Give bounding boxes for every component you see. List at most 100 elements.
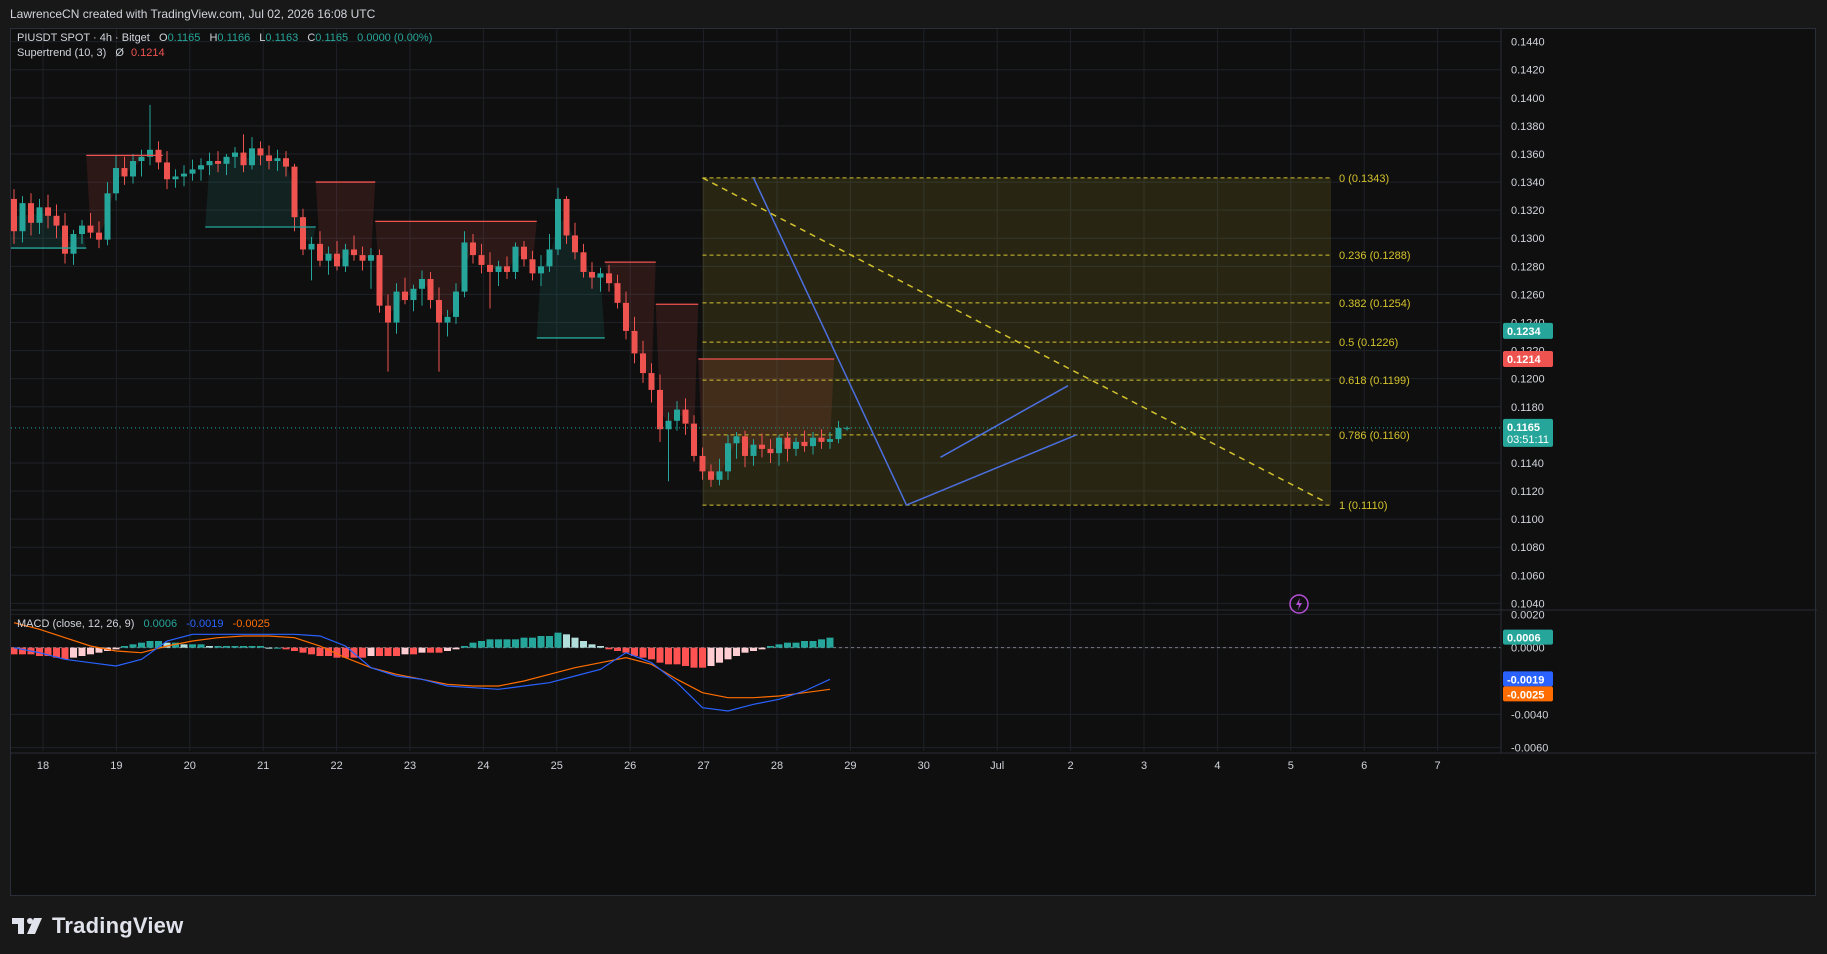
candle-body [512,246,519,272]
macd-histogram-bar [376,647,383,656]
macd-histogram-bar [359,647,366,658]
y-tick-label: 0.1080 [1511,542,1545,554]
macd-histogram-bar [486,639,494,648]
macd-histogram-bar [707,647,715,666]
candle-body [19,203,26,232]
macd-histogram-bar [138,642,145,648]
legend-supertrend: Supertrend (10, 3) Ø 0.1214 [17,47,165,59]
candle-body [657,389,663,430]
macd-histogram-bar [393,647,400,656]
candle-body [410,288,417,301]
macd-histogram-bar [418,647,426,653]
x-tick-label: 20 [184,760,196,772]
candle-body [716,471,723,480]
macd-histogram-bar [248,646,256,648]
candle-body [631,330,638,354]
candle-body [257,148,264,156]
macd-histogram-bar [758,647,766,650]
macd-histogram-bar [605,647,613,650]
candle-body [181,173,187,177]
chart-frame[interactable]: 0 (0.1343) 0.236 (0.1288) 0.382 (0.1254) 0.… [9,28,1817,897]
candle-body [623,302,629,331]
macd-histogram-bar [291,647,298,651]
macd-histogram-bar [529,637,536,648]
candle-body [665,420,672,430]
candle-body [359,255,366,261]
macd-histogram-bar [240,646,247,648]
candle-body [283,158,289,167]
macd-histogram-bar [257,646,264,648]
y-tick-label: 0.1200 [1511,374,1545,386]
macd-y-tick-label: -0.0040 [1511,709,1548,721]
macd-histogram-bar [214,646,222,648]
legend-macd: MACD (close, 12, 26, 9) 0.0006 -0.0019 -… [17,618,270,630]
candle-body [818,437,825,442]
candle-body [232,152,238,157]
candle-body [801,441,808,447]
candle-body [810,437,816,447]
fib-level-label: 1 (0.1110) [1339,500,1388,512]
candle-body [113,168,119,194]
y-tick-label: 0.1340 [1511,177,1545,189]
candle-body [759,444,765,449]
candle-body [606,273,612,284]
macd-layer [10,622,1501,712]
candle-body [682,409,689,424]
candle-body [189,169,196,174]
candle-body [300,217,306,250]
macd-histogram-bar [792,642,800,648]
candle-body [504,266,510,272]
x-tick-label: 7 [1435,760,1441,772]
macd-histogram-bar [801,641,808,648]
macd-tag-text: 0.0006 [1507,633,1541,645]
candle-body [342,249,349,267]
macd-y-tick-label: 0.0020 [1511,609,1545,621]
macd-histogram-bar [826,637,834,648]
y-tick-label: 0.1360 [1511,149,1545,161]
macd-histogram-bar [767,646,774,648]
macd-histogram-bar [809,641,817,648]
x-tick-label: 21 [257,760,269,772]
fib-level-label: 0 (0.1343) [1339,173,1389,185]
macd-histogram-bar [410,647,417,655]
macd-histogram-bar [750,647,757,651]
macd-histogram-bar [112,647,120,650]
candle-body [750,444,757,456]
macd-histogram-bar [682,647,689,666]
candle-body [640,353,646,374]
macd-histogram-bar [189,644,196,648]
candle-body [784,437,791,449]
candle-body [138,156,145,162]
candle-body [215,161,221,164]
macd-histogram-bar [197,644,205,648]
x-tick-label: 23 [404,760,416,772]
fib-level-label: 0.786 (0.1160) [1339,430,1410,442]
candle-body [453,291,459,317]
macd-histogram-bar [784,642,791,648]
macd-histogram-bar [699,647,706,668]
candle-body [674,409,680,421]
macd-histogram-bar [495,639,502,648]
candle-body [470,242,476,256]
y-tick-label: 0.1320 [1511,205,1545,217]
y-tick-label: 0.1100 [1511,514,1544,526]
candle-body [36,207,43,223]
macd-histogram-bar [554,632,562,648]
candle-body [87,225,94,233]
candle-body [827,439,833,442]
tradingview-logo[interactable]: TradingView [12,912,183,940]
tradingview-logo-icon [12,918,42,934]
candle-body [172,176,179,180]
chart-canvas[interactable]: 0 (0.1343) 0.236 (0.1288) 0.382 (0.1254) 0.… [9,29,1817,897]
candle-body [767,448,774,454]
macd-histogram-bar [622,647,630,653]
y-tick-label: 0.1300 [1511,233,1545,245]
macd-histogram-bar [206,646,213,648]
fib-level-label: 0.5 (0.1226) [1339,337,1398,349]
macd-histogram-bar [78,647,86,656]
candle-body [28,203,34,223]
candle-body [427,278,434,301]
attribution-text: LawrenceCN created with TradingView.com,… [10,7,376,21]
legend-symbol: PIUSDT SPOT · 4h · Bitget [17,32,150,44]
candle-body [274,158,281,162]
